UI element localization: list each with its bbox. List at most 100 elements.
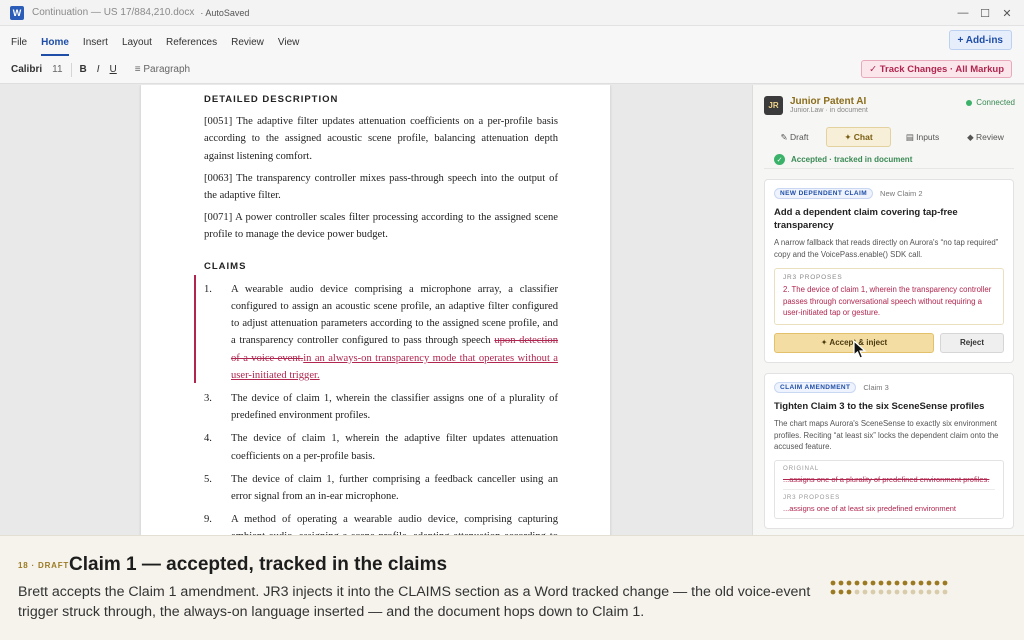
- underline-button[interactable]: U: [110, 64, 117, 75]
- card-badge-sub: New Claim 2: [880, 189, 923, 198]
- progress-dot: [902, 589, 908, 595]
- proposal-text: ...assigns one of at least six predefine…: [783, 503, 957, 513]
- progress-dot: [926, 580, 932, 586]
- progress-dot: [910, 589, 916, 595]
- progress-dot: [838, 580, 844, 586]
- claim-5: 5. The device of claim 1, further compri…: [204, 471, 558, 505]
- progress-dot: [830, 589, 836, 595]
- close-icon[interactable]: ✕: [998, 4, 1016, 22]
- menu-review[interactable]: Review: [231, 37, 264, 56]
- progress-dot: [894, 589, 900, 595]
- paragraph-0071: [0071] A power controller scales filter …: [204, 212, 558, 241]
- track-changes-button[interactable]: ✓ Track Changes · All Markup: [861, 60, 1012, 78]
- add-ins-button[interactable]: + Add-ins: [948, 30, 1012, 50]
- panel-identity: Junior Patent AI Junior.Law · in documen…: [783, 96, 868, 114]
- status-label: Connected: [976, 98, 1015, 107]
- document-canvas: DETAILED DESCRIPTION [0051] The adaptive…: [0, 85, 752, 535]
- card-badge-sub: Claim 3: [863, 382, 889, 392]
- card-header: CLAIM AMENDMENT Claim 3: [774, 381, 1004, 393]
- card-description: The chart maps Aurora's SceneSense to ex…: [774, 419, 999, 451]
- progress-dot: [878, 580, 884, 586]
- tab-inputs[interactable]: ▤ Inputs: [891, 127, 954, 147]
- autosave-status: · AutoSaved: [200, 7, 250, 18]
- tab-chat[interactable]: ✦ Chat: [826, 127, 891, 147]
- claim-1[interactable]: 1. A wearable audio device comprising a …: [194, 274, 558, 384]
- bold-button[interactable]: B: [80, 64, 87, 75]
- panel-subtitle: Junior.Law · in document: [790, 107, 868, 114]
- ribbon-tabs: File Home Insert Layout References Revie…: [0, 26, 1024, 56]
- menu-view[interactable]: View: [278, 37, 300, 56]
- claim-number: 5.: [204, 473, 212, 485]
- connection-status: Connected: [966, 98, 1015, 107]
- paragraph-0063: [0063] The transparency controller mixes…: [204, 172, 558, 202]
- progress-dot: [862, 580, 868, 586]
- progress-dot: [870, 580, 876, 586]
- mouse-cursor-icon: [853, 340, 867, 359]
- original-label: ORIGINAL: [783, 464, 819, 472]
- suggestion-card-amendment: CLAIM AMENDMENT Claim 3 Tighten Claim 3 …: [764, 372, 1014, 529]
- word-app-icon: W: [10, 5, 24, 20]
- progress-dot: [918, 589, 924, 595]
- proposal-text: 2. The device of claim 1, wherein the tr…: [783, 285, 992, 317]
- menu-references[interactable]: References: [166, 37, 217, 56]
- detailed-description-heading: DETAILED DESCRIPTION: [204, 94, 339, 105]
- window-controls: — ☐ ✕: [954, 4, 1016, 22]
- original-text: ...assigns one of a plurality of predefi…: [783, 474, 990, 484]
- toolbar-divider: [70, 62, 72, 77]
- claim-4: 4. The device of claim 1, wherein the ad…: [204, 430, 558, 464]
- progress-dot: [934, 580, 940, 586]
- progress-dot: [942, 580, 948, 586]
- panel-header: JR Junior Patent AI Junior.Law · in docu…: [753, 85, 1024, 125]
- claim-text: The device of claim 1, further comprisin…: [231, 473, 558, 503]
- font-size-select[interactable]: 11: [52, 64, 62, 75]
- formatting-toolbar: Calibri 11 B I U ≡ Paragraph ✓ Track Cha…: [0, 56, 1024, 84]
- progress-dot: [846, 580, 852, 586]
- proposal-label: JR3 PROPOSES: [783, 274, 843, 281]
- proposal-box: JR3 PROPOSES 2. The device of claim 1, w…: [774, 268, 1004, 325]
- claim-number: 9.: [204, 514, 212, 526]
- claim-text: The device of claim 1, wherein the class…: [231, 393, 558, 422]
- maximize-icon[interactable]: ☐: [976, 4, 994, 22]
- minimize-icon[interactable]: —: [954, 4, 972, 22]
- proposal-section: JR3 PROPOSES ...assigns one of at least …: [783, 488, 995, 514]
- menu-home[interactable]: Home: [41, 37, 69, 56]
- progress-dots: [830, 580, 948, 595]
- panel-feed[interactable]: ✓ Accepted · tracked in document NEW DEP…: [753, 151, 1024, 535]
- menu-layout[interactable]: Layout: [122, 37, 152, 56]
- font-family-select[interactable]: Calibri: [11, 64, 42, 75]
- tab-draft[interactable]: ✎ Draft: [763, 127, 826, 147]
- accepted-text: Accepted · tracked in document: [791, 155, 913, 164]
- panel-tabs: ✎ Draft ✦ Chat ▤ Inputs ◆ Review: [763, 127, 1017, 147]
- progress-dot: [926, 589, 932, 595]
- claim-text: A method of operating a wearable audio d…: [231, 514, 558, 535]
- card-header: NEW DEPENDENT CLAIM New Claim 2: [774, 188, 1004, 199]
- claim-number: 4.: [204, 433, 212, 445]
- status-dot-icon: [966, 99, 973, 106]
- avatar: JR: [764, 95, 783, 115]
- progress-dot: [886, 580, 892, 586]
- progress-dot: [878, 589, 884, 595]
- card-badge: NEW DEPENDENT CLAIM: [774, 188, 874, 199]
- progress-dot: [902, 580, 908, 586]
- caption-overlay: 18 · DRAFT Claim 1 — accepted, tracked i…: [0, 535, 1024, 640]
- tab-review[interactable]: ◆ Review: [954, 127, 1017, 147]
- card-actions: ✦ Accept & inject Reject: [774, 332, 1004, 353]
- card-badge: CLAIM AMENDMENT: [774, 381, 857, 393]
- menu-insert[interactable]: Insert: [83, 37, 108, 56]
- suggestion-card-new-claim: NEW DEPENDENT CLAIM New Claim 2 Add a de…: [764, 179, 1014, 363]
- italic-button[interactable]: I: [97, 64, 100, 75]
- claim-text: A wearable audio device comprising a mic…: [231, 281, 558, 384]
- document-title: Continuation — US 17/884,210.docx: [32, 7, 195, 18]
- card-title: Add a dependent claim covering tap-free …: [774, 207, 958, 231]
- reject-button[interactable]: Reject: [940, 332, 1004, 353]
- progress-dot: [854, 589, 860, 595]
- claim-number: 3.: [204, 393, 212, 405]
- progress-dot: [838, 589, 844, 595]
- panel-name: Junior Patent AI: [790, 96, 867, 107]
- progress-dot: [910, 580, 916, 586]
- document-page: DETAILED DESCRIPTION [0051] The adaptive…: [141, 85, 610, 535]
- progress-dot: [830, 580, 836, 586]
- menu-file[interactable]: File: [11, 37, 27, 56]
- progress-dot: [862, 589, 868, 595]
- paragraph-style-button[interactable]: ≡ Paragraph: [135, 64, 190, 75]
